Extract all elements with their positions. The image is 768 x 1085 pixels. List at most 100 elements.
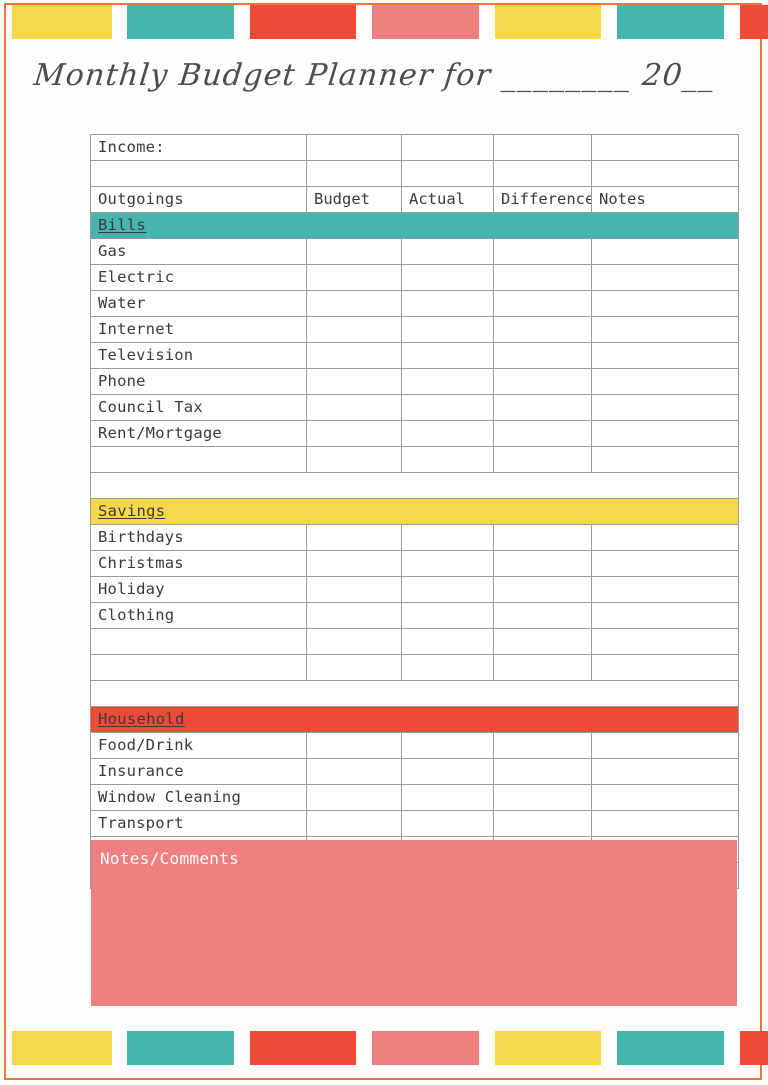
cell-budget[interactable] [306,576,402,603]
cell-notes[interactable] [591,784,739,811]
cell-difference[interactable] [493,342,592,369]
cell-difference[interactable] [493,784,592,811]
cell-difference[interactable] [493,420,592,447]
cell-budget[interactable] [306,394,402,421]
cell-actual[interactable] [401,524,494,551]
cell-item[interactable]: Birthdays [90,524,307,551]
cell-budget[interactable] [306,524,402,551]
cell-notes[interactable] [591,290,739,317]
cell-notes[interactable] [591,602,739,629]
cell-notes[interactable] [591,550,739,577]
cell-item[interactable]: Water [90,290,307,317]
cell-item[interactable]: Electric [90,264,307,291]
cell-notes[interactable] [591,134,739,161]
cell-notes[interactable] [591,576,739,603]
cell-budget[interactable] [306,316,402,343]
cell-actual[interactable] [401,238,494,265]
cell-item[interactable]: Internet [90,316,307,343]
cell-difference[interactable] [493,264,592,291]
cell-difference[interactable] [493,732,592,759]
cell-budget[interactable] [306,550,402,577]
cell-item[interactable] [90,654,307,681]
cell-budget[interactable] [306,134,402,161]
cell-difference[interactable] [493,238,592,265]
cell-budget[interactable] [306,602,402,629]
cell-actual[interactable] [401,602,494,629]
cell-actual[interactable] [401,628,494,655]
cell-item[interactable]: Income: [90,134,307,161]
cell-notes[interactable] [591,810,739,837]
notes-comments-box[interactable]: Notes/Comments [91,840,737,1006]
cell-budget[interactable] [306,420,402,447]
cell-item[interactable] [90,628,307,655]
cell-difference[interactable] [493,524,592,551]
cell-difference[interactable] [493,576,592,603]
cell-item[interactable]: Christmas [90,550,307,577]
cell-item[interactable]: Insurance [90,758,307,785]
cell-difference[interactable] [493,550,592,577]
cell-notes[interactable] [591,524,739,551]
cell-difference[interactable] [493,628,592,655]
cell-actual[interactable] [401,732,494,759]
cell-notes[interactable] [591,446,739,473]
cell-budget[interactable] [306,368,402,395]
cell-notes[interactable] [591,368,739,395]
cell-actual[interactable] [401,290,494,317]
cell-actual[interactable] [401,316,494,343]
cell-actual[interactable] [401,654,494,681]
cell-actual[interactable] [401,576,494,603]
cell-actual[interactable] [401,420,494,447]
cell-difference[interactable] [493,810,592,837]
cell-difference[interactable] [493,602,592,629]
cell-notes[interactable] [591,264,739,291]
cell-budget[interactable] [306,784,402,811]
cell-notes[interactable] [591,394,739,421]
cell-actual[interactable] [401,550,494,577]
cell-budget[interactable] [306,446,402,473]
cell-item[interactable]: Transport [90,810,307,837]
cell-item[interactable] [90,160,307,187]
cell-notes[interactable] [591,316,739,343]
cell-item[interactable]: Holiday [90,576,307,603]
cell-difference[interactable] [493,134,592,161]
cell-budget[interactable] [306,732,402,759]
cell-item[interactable] [90,446,307,473]
cell-difference[interactable] [493,394,592,421]
cell-item[interactable]: Gas [90,238,307,265]
cell-notes[interactable] [591,628,739,655]
cell-item[interactable]: Window Cleaning [90,784,307,811]
cell-notes[interactable] [591,732,739,759]
cell-budget[interactable] [306,342,402,369]
cell-actual[interactable] [401,342,494,369]
cell-actual[interactable] [401,446,494,473]
cell-notes[interactable] [591,342,739,369]
cell-budget[interactable] [306,758,402,785]
cell-budget[interactable] [306,628,402,655]
cell-item[interactable]: Food/Drink [90,732,307,759]
cell-item[interactable]: Television [90,342,307,369]
cell-difference[interactable] [493,290,592,317]
cell-difference[interactable] [493,160,592,187]
cell-budget[interactable] [306,238,402,265]
cell-difference[interactable] [493,758,592,785]
cell-notes[interactable] [591,160,739,187]
cell-actual[interactable] [401,810,494,837]
cell-difference[interactable] [493,316,592,343]
cell-actual[interactable] [401,758,494,785]
cell-actual[interactable] [401,784,494,811]
cell-difference[interactable] [493,368,592,395]
cell-budget[interactable] [306,264,402,291]
cell-notes[interactable] [591,758,739,785]
cell-actual[interactable] [401,368,494,395]
cell-notes[interactable] [591,420,739,447]
cell-actual[interactable] [401,134,494,161]
cell-actual[interactable] [401,394,494,421]
cell-actual[interactable] [401,160,494,187]
cell-notes[interactable] [591,238,739,265]
cell-difference[interactable] [493,654,592,681]
cell-budget[interactable] [306,654,402,681]
cell-item[interactable]: Clothing [90,602,307,629]
cell-item[interactable]: Rent/Mortgage [90,420,307,447]
cell-budget[interactable] [306,810,402,837]
cell-budget[interactable] [306,290,402,317]
